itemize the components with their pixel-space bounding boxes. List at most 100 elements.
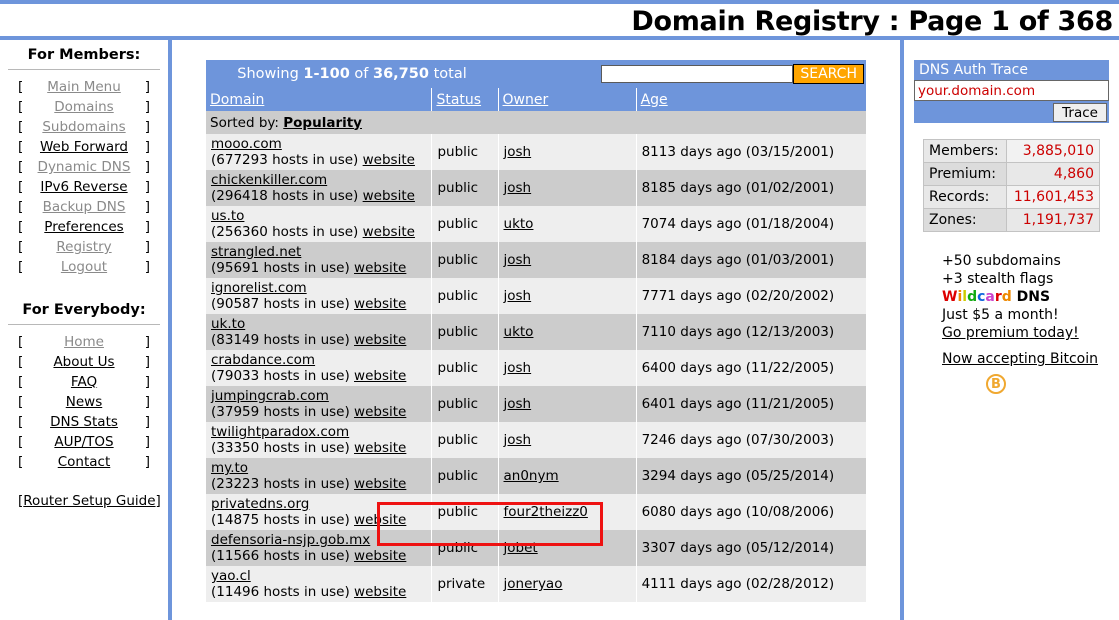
search-button[interactable]: SEARCH [793,64,864,84]
sidebar-link[interactable]: Preferences [44,219,123,235]
sidebar-item-web-forward[interactable]: [Web Forward] [0,137,168,157]
sidebar-link[interactable]: Subdomains [42,119,125,135]
sort-link-age[interactable]: Age [641,92,668,108]
domain-link[interactable]: us.to [211,208,244,224]
column-header-owner[interactable]: Owner [498,88,637,111]
sidebar-link[interactable]: FAQ [71,374,97,390]
sidebar-link[interactable]: About Us [53,354,114,370]
sidebar-item-label-wrap: Contact [23,454,144,470]
owner-link[interactable]: josh [504,144,532,160]
domain-link[interactable]: twilightparadox.com [211,424,349,440]
router-guide-link[interactable]: Router Setup Guide [23,492,155,510]
website-link[interactable]: website [354,296,406,312]
domain-link[interactable]: yao.cl [211,568,251,584]
website-link[interactable]: website [363,224,415,240]
website-link[interactable]: website [354,368,406,384]
website-link[interactable]: website [354,332,406,348]
owner-link[interactable]: an0nym [504,468,559,484]
owner-link[interactable]: josh [504,360,532,376]
owner-link[interactable]: four2theizz0 [504,504,588,520]
domain-link[interactable]: mooo.com [211,136,282,152]
sidebar-link[interactable]: Main Menu [47,79,121,95]
sort-link-domain[interactable]: Domain [210,92,264,108]
domain-link[interactable]: ignorelist.com [211,280,307,296]
cell-domain: ignorelist.com (90587 hosts in use) websi… [206,278,433,314]
website-link[interactable]: website [354,548,406,564]
column-header-domain[interactable]: Domain [206,88,433,111]
sidebar-link[interactable]: Dynamic DNS [38,159,131,175]
owner-link[interactable]: joneryao [504,576,563,592]
sidebar-item-backup-dns[interactable]: [Backup DNS] [0,197,168,217]
domain-link[interactable]: strangled.net [211,244,301,260]
sidebar-link[interactable]: AUP/TOS [54,434,113,450]
trace-button[interactable]: Trace [1053,103,1107,122]
domain-name-wrap: mooo.com [211,136,426,152]
sidebar-item-domains[interactable]: [Domains] [0,97,168,117]
website-link[interactable]: website [354,512,406,528]
sidebar-item-main-menu[interactable]: [Main Menu] [0,77,168,97]
members-nav-list: [Main Menu][Domains][Subdomains][Web For… [0,77,168,277]
sidebar-link[interactable]: Web Forward [40,139,128,155]
cell-age: 6400 days ago (11/22/2005) [636,350,866,386]
sidebar-item-home[interactable]: [Home] [0,332,168,352]
sidebar-item-contact[interactable]: [Contact] [0,452,168,472]
website-link[interactable]: website [354,476,406,492]
owner-link[interactable]: josh [504,180,532,196]
website-link[interactable]: website [363,188,415,204]
column-header-age[interactable]: Age [636,88,866,111]
sidebar-item-news[interactable]: [News] [0,392,168,412]
website-link[interactable]: website [354,404,406,420]
sidebar-item-dns-stats[interactable]: [DNS Stats] [0,412,168,432]
sorted-by-value[interactable]: Popularity [283,115,362,131]
sidebar-item-router-setup-guide[interactable]: [ Router Setup Guide ] [0,482,168,520]
domain-name-wrap: jumpingcrab.com [211,388,426,404]
owner-link[interactable]: josh [504,288,532,304]
search-input[interactable] [601,65,794,83]
sidebar-link[interactable]: IPv6 Reverse [40,179,127,195]
domain-link[interactable]: crabdance.com [211,352,315,368]
sidebar-link[interactable]: Home [64,334,104,350]
sidebar-link[interactable]: Logout [61,259,107,275]
sidebar-link[interactable]: Backup DNS [43,199,126,215]
owner-link[interactable]: jobet [504,540,538,556]
website-link[interactable]: website [354,260,406,276]
owner-link[interactable]: josh [504,252,532,268]
website-link[interactable]: website [354,440,406,456]
sidebar-item-ipv6-reverse[interactable]: [IPv6 Reverse] [0,177,168,197]
domain-link[interactable]: defensoria-nsjp.gob.mx [211,532,370,548]
sidebar-item-about-us[interactable]: [About Us] [0,352,168,372]
sidebar-link[interactable]: Contact [58,454,111,470]
sidebar-item-logout[interactable]: [Logout] [0,257,168,277]
column-header-status[interactable]: Status [431,88,499,111]
owner-link[interactable]: ukto [504,324,534,340]
bitcoin-link[interactable]: Now accepting Bitcoin [942,351,1098,367]
website-link[interactable]: website [363,152,415,168]
domain-hosts-wrap: (296418 hosts in use) website [211,188,426,204]
domain-link[interactable]: jumpingcrab.com [211,388,329,404]
sidebar-item-registry[interactable]: [Registry] [0,237,168,257]
domain-link[interactable]: my.to [211,460,248,476]
sort-link-status[interactable]: Status [436,92,481,108]
sidebar-link[interactable]: DNS Stats [50,414,118,430]
trace-domain-input[interactable] [914,80,1109,101]
domain-link[interactable]: chickenkiller.com [211,172,327,188]
sidebar-item-aup-tos[interactable]: [AUP/TOS] [0,432,168,452]
owner-link[interactable]: ukto [504,216,534,232]
owner-link[interactable]: josh [504,432,532,448]
sidebar-item-subdomains[interactable]: [Subdomains] [0,117,168,137]
cell-status: public [431,314,499,350]
owner-link[interactable]: josh [504,396,532,412]
sidebar-link[interactable]: Registry [56,239,111,255]
sidebar-item-preferences[interactable]: [Preferences] [0,217,168,237]
go-premium-link[interactable]: Go premium today! [942,325,1079,341]
sidebar-link[interactable]: News [66,394,102,410]
sort-link-owner[interactable]: Owner [503,92,549,108]
domain-link[interactable]: uk.to [211,316,245,332]
domain-link[interactable]: privatedns.org [211,496,309,512]
website-link[interactable]: website [354,584,406,600]
sidebar-item-dynamic-dns[interactable]: [Dynamic DNS] [0,157,168,177]
bracket-close: ] [144,159,150,175]
sidebar-item-faq[interactable]: [FAQ] [0,372,168,392]
hosts-count: (677293 hosts in use) [211,152,359,168]
sidebar-link[interactable]: Domains [54,99,113,115]
